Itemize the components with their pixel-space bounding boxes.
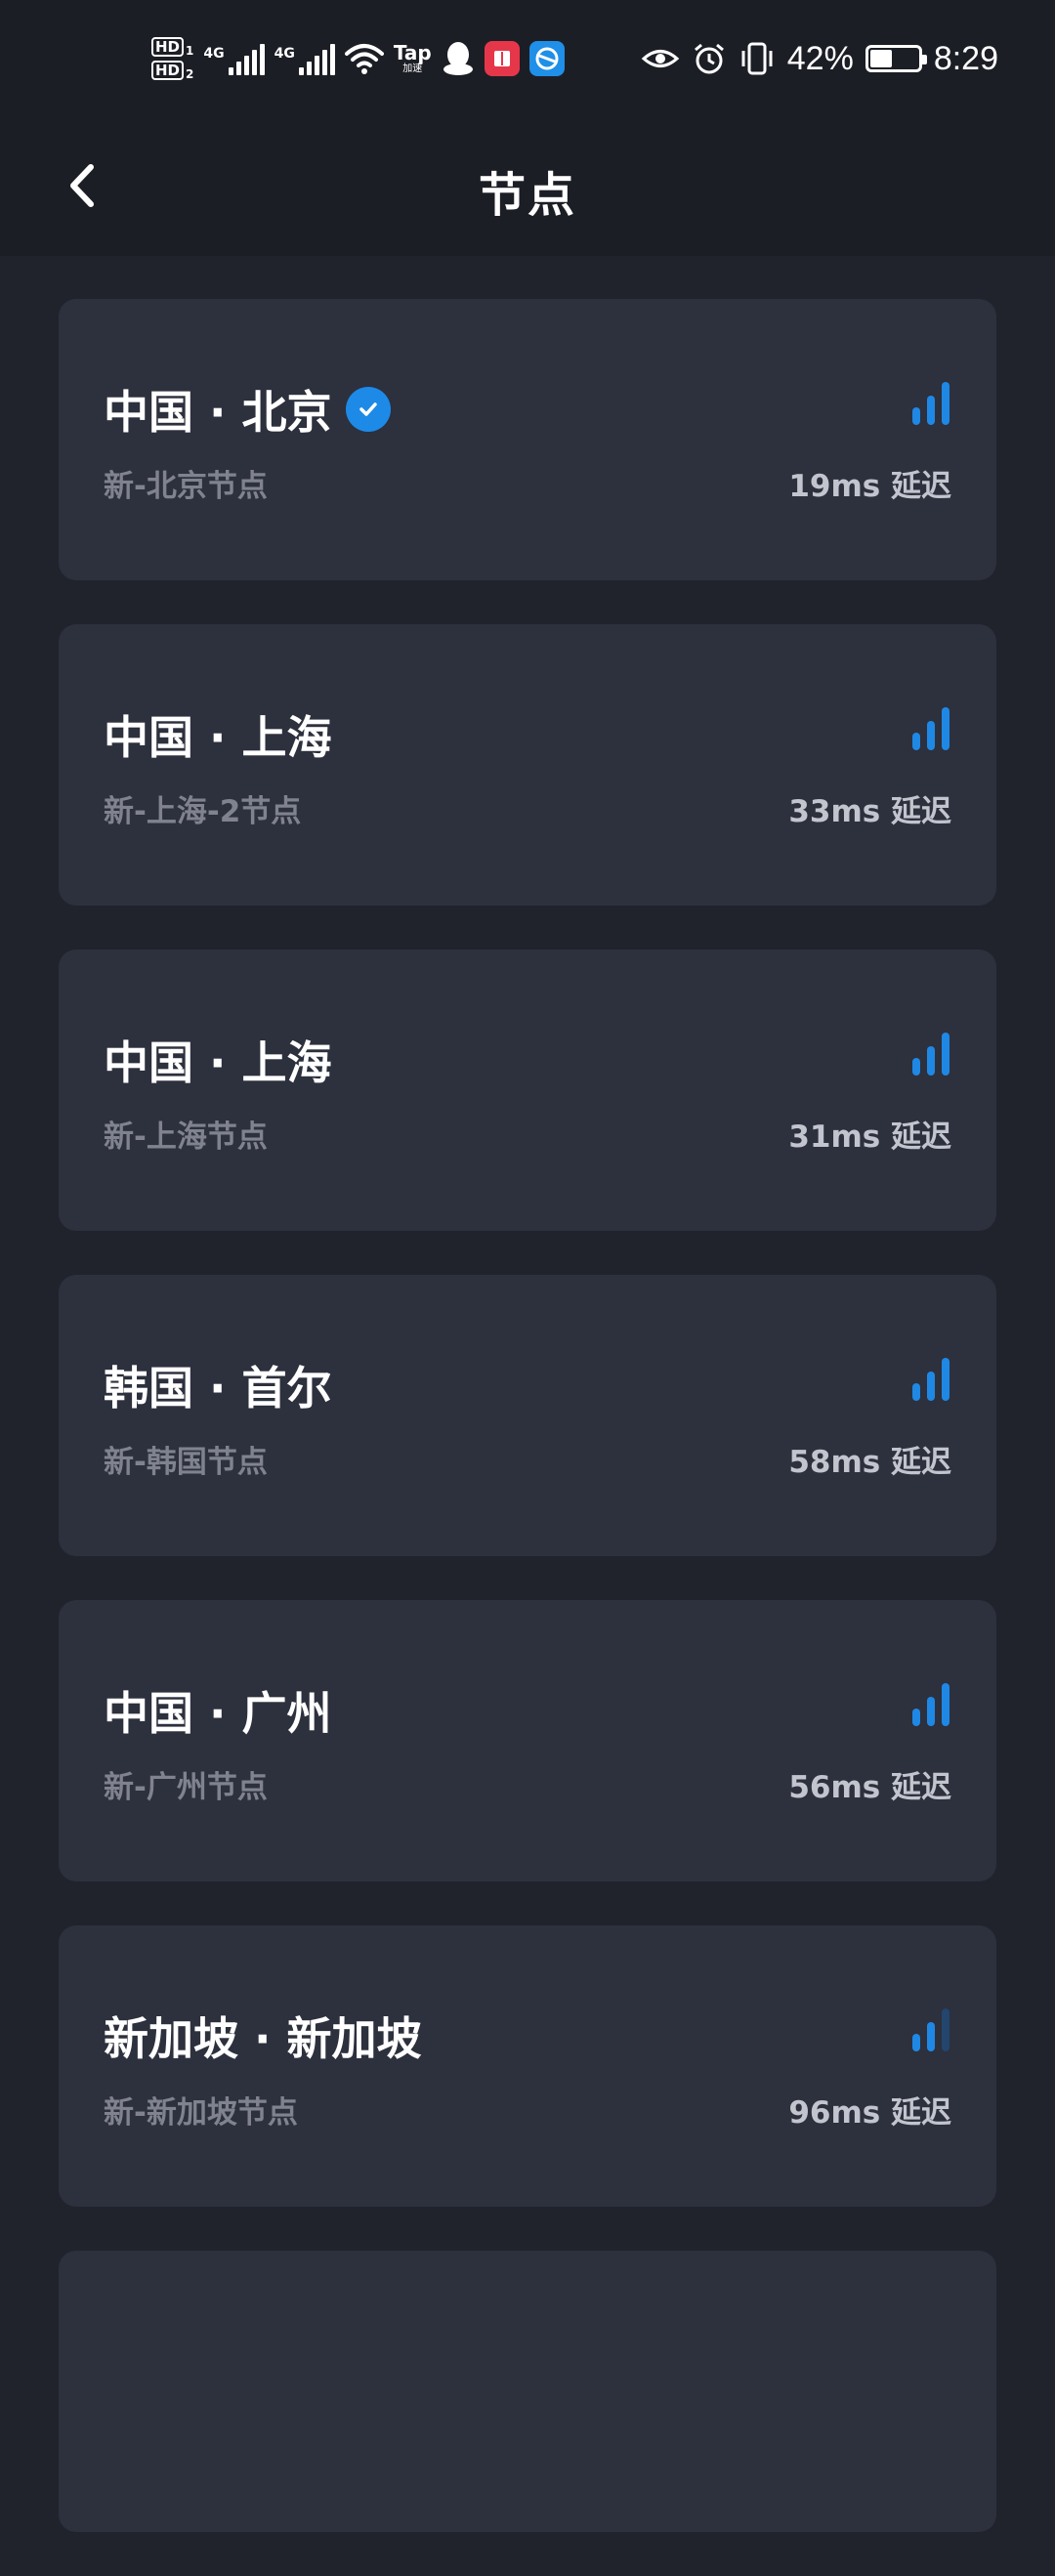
node-card-singapore[interactable]: 新加坡 · 新加坡 新-新加坡节点 96ms 延迟 [59, 1925, 996, 2207]
sim2-hd-badge: HD [151, 61, 185, 80]
node-card-shanghai-2[interactable]: 中国 · 上海 新-上海-2节点 33ms 延迟 [59, 624, 996, 906]
tap-sub-label: 加速 [402, 63, 423, 74]
node-card-seoul[interactable]: 韩国 · 首尔 新-韩国节点 58ms 延迟 [59, 1275, 996, 1556]
tap-accelerator-icon: Tap 加速 [394, 43, 432, 74]
node-subtitle: 新-韩国节点 [104, 1445, 268, 1480]
sim1-index: 1 [186, 44, 194, 58]
signal-strength-icon [912, 1358, 950, 1401]
vibrate-icon [741, 42, 773, 75]
node-card-partial[interactable] [59, 2251, 996, 2532]
node-subtitle: 新-上海节点 [104, 1119, 268, 1155]
node-list: 中国 · 北京 新-北京节点 19ms 延迟 中国 · 上海 新-上海-2节点 … [59, 299, 996, 2576]
node-name-row: 中国 · 上海 [104, 702, 332, 767]
node-subtitle: 新-新加坡节点 [104, 2095, 298, 2131]
wifi-icon [344, 44, 384, 74]
signal-sim1-icon: 4G [203, 42, 265, 75]
signal-strength-icon [912, 382, 950, 425]
clock: 8:29 [933, 39, 998, 77]
node-name-row: 韩国 · 首尔 [104, 1353, 332, 1417]
signal-strength-icon [912, 1683, 950, 1726]
battery-percent: 42% [786, 39, 854, 77]
node-card-shanghai[interactable]: 中国 · 上海 新-上海节点 31ms 延迟 [59, 950, 996, 1231]
node-name-row: 中国 · 北京 [104, 377, 391, 442]
tap-label: Tap [393, 41, 432, 64]
network-type-1: 4G [203, 46, 225, 62]
node-subtitle: 新-上海-2节点 [104, 794, 302, 829]
node-latency: 31ms 延迟 [788, 1119, 951, 1155]
node-latency: 19ms 延迟 [788, 469, 951, 504]
node-subtitle: 新-广州节点 [104, 1770, 268, 1805]
node-name: 中国 · 上海 [104, 1036, 332, 1089]
app-bar: 节点 [0, 122, 1055, 256]
browser-app-icon [528, 41, 565, 76]
sim1-hd-badge: HD [151, 37, 185, 57]
network-type-2: 4G [274, 46, 295, 62]
node-latency: 56ms 延迟 [788, 1770, 951, 1805]
eye-comfort-icon [641, 50, 680, 67]
node-latency: 96ms 延迟 [788, 2095, 951, 2131]
node-card-beijing[interactable]: 中国 · 北京 新-北京节点 19ms 延迟 [59, 299, 996, 580]
qq-icon [443, 42, 473, 75]
battery-fill [869, 50, 892, 67]
signal-strength-icon [912, 2008, 950, 2051]
check-icon [345, 387, 391, 432]
node-name: 韩国 · 首尔 [104, 1362, 332, 1415]
node-name: 中国 · 上海 [104, 711, 332, 764]
page-title: 节点 [478, 168, 576, 223]
dual-sim-indicator: HD 1 HD 2 [151, 37, 193, 80]
node-latency: 33ms 延迟 [788, 794, 951, 829]
status-bar-right: 42% 8:29 [641, 29, 998, 88]
sim2-index: 2 [186, 67, 194, 81]
node-name: 中国 · 北京 [104, 386, 332, 439]
signal-sim2-icon: 4G [274, 42, 335, 75]
node-name-row: 中国 · 广州 [104, 1678, 332, 1743]
node-name-row: 新加坡 · 新加坡 [104, 2004, 422, 2068]
node-name-row: 中国 · 上海 [104, 1028, 332, 1092]
node-subtitle: 新-北京节点 [104, 469, 268, 504]
node-name: 中国 · 广州 [104, 1687, 332, 1740]
signal-strength-icon [912, 707, 950, 750]
node-card-guangzhou[interactable]: 中国 · 广州 新-广州节点 56ms 延迟 [59, 1600, 996, 1881]
status-bar-left: HD 1 HD 2 4G 4G Tap 加速 [151, 29, 565, 88]
alarm-icon [694, 43, 724, 74]
node-name: 新加坡 · 新加坡 [104, 2012, 422, 2065]
signal-strength-icon [912, 1033, 950, 1076]
node-latency: 58ms 延迟 [788, 1445, 951, 1480]
battery-icon [865, 45, 927, 72]
book-app-icon [484, 41, 520, 76]
status-bar: HD 1 HD 2 4G 4G Tap 加速 42% 8:29 [0, 0, 1055, 122]
